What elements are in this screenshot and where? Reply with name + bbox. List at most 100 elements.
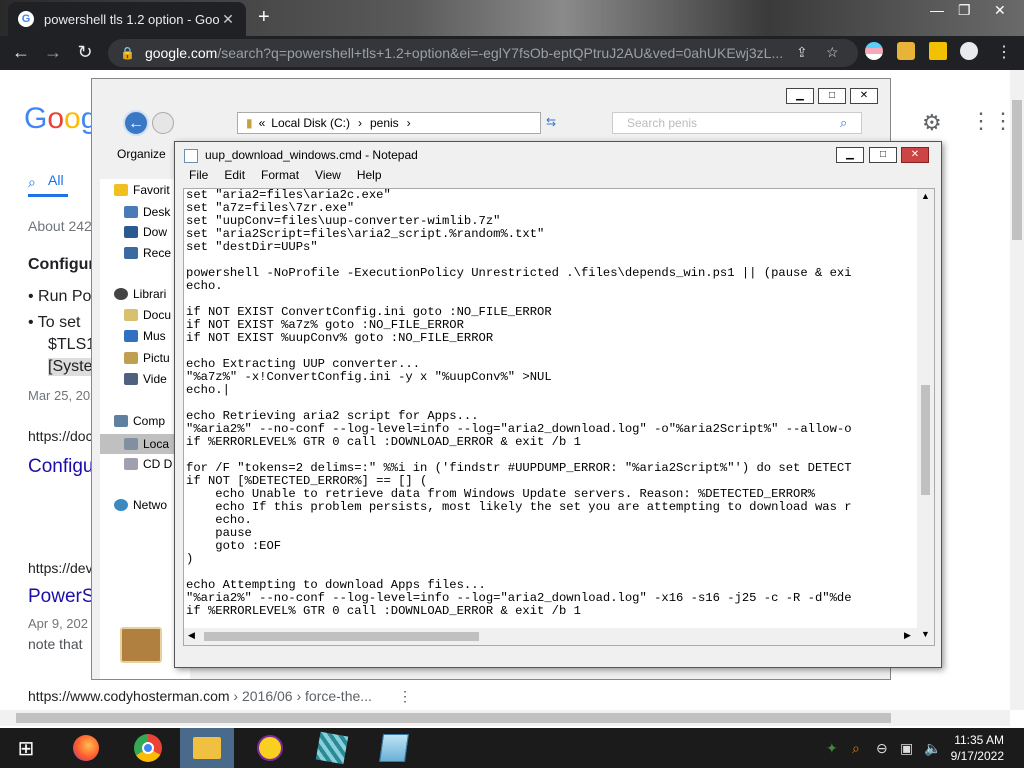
nav-documents[interactable]: Docu (124, 308, 171, 322)
maximize-button[interactable]: □ (869, 147, 897, 163)
google-logo[interactable]: Goog (24, 102, 97, 136)
refresh-icon[interactable]: ⇆ (546, 115, 556, 129)
share-icon[interactable]: ⇪ (796, 44, 808, 61)
new-tab-button[interactable]: + (258, 6, 270, 29)
forward-arrow-icon[interactable] (152, 112, 174, 134)
organize-menu[interactable]: Organize (117, 147, 166, 161)
scroll-right-icon[interactable]: ▶ (904, 630, 911, 641)
explorer-taskbar-button[interactable] (180, 728, 234, 768)
nav-desktop[interactable]: Desk (124, 205, 170, 219)
bookmark-star-icon[interactable]: ☆ (826, 44, 839, 61)
result-url[interactable]: https://dev (28, 560, 93, 576)
apps-grid-icon[interactable]: ⋮⋮ (970, 108, 1014, 134)
music-icon (124, 330, 138, 342)
nav-computer[interactable]: Comp (114, 414, 165, 428)
puzzle-icon[interactable] (897, 42, 915, 60)
notepad-line: goto :EOF (186, 539, 282, 553)
nav-libraries[interactable]: Librari (114, 287, 166, 301)
notepad-text-content[interactable]: set "aria2=files\aria2c.exe" set "a7z=fil… (186, 189, 916, 618)
close-window-button[interactable]: ✕ (994, 2, 1006, 19)
taskbar-clock[interactable]: 11:35 AM 9/17/2022 (951, 732, 1004, 764)
tab-all-underline (28, 194, 68, 197)
explorer-address-bar[interactable]: ▮ « Local Disk (C:) › penis › (237, 112, 541, 134)
nav-pictures[interactable]: Pictu (124, 351, 170, 365)
maximize-button[interactable]: □ (818, 88, 846, 104)
nav-favorites[interactable]: Favorit (114, 183, 170, 197)
result-url[interactable]: https://doc (28, 428, 93, 444)
result-url[interactable]: https://www.codyhosterman.com › 2016/06 … (28, 688, 372, 704)
firefox-taskbar-button[interactable] (60, 728, 112, 768)
search-tray-icon[interactable]: ⌕ (852, 740, 860, 757)
nav-cd-drive[interactable]: CD D (124, 457, 172, 471)
notepad-editor[interactable]: set "aria2=files\aria2c.exe" set "a7z=fil… (183, 188, 935, 646)
start-button[interactable]: ⊞ (0, 728, 52, 768)
close-button[interactable]: ✕ (850, 88, 878, 104)
page-horizontal-scrollbar[interactable] (0, 710, 1010, 726)
desktop-icon (124, 206, 138, 218)
notepad-taskbar-button[interactable] (368, 728, 420, 768)
cmd-file-icon (120, 627, 162, 663)
editor-vertical-scrollbar[interactable]: ▲ ▼ (917, 189, 934, 645)
close-tab-icon[interactable]: ✕ (220, 11, 236, 28)
minimize-window-button[interactable]: — (930, 2, 944, 18)
settings-gear-icon[interactable]: ⚙ (922, 110, 942, 136)
nav-music[interactable]: Mus (124, 329, 166, 343)
menu-help[interactable]: Help (349, 168, 390, 186)
videos-icon (124, 373, 138, 385)
scroll-thumb[interactable] (921, 385, 930, 495)
reload-icon[interactable]: ↻ (70, 42, 100, 63)
menu-format[interactable]: Format (253, 168, 307, 186)
menu-file[interactable]: File (181, 168, 216, 186)
more-options-icon[interactable]: ⋮ (398, 688, 412, 705)
editor-horizontal-scrollbar[interactable]: ◀ ▶ (184, 628, 917, 645)
network-tray-icon[interactable]: ▣ (900, 740, 913, 757)
scroll-up-icon[interactable]: ▲ (921, 191, 930, 201)
nav-recent[interactable]: Rece (124, 246, 171, 260)
scroll-left-icon[interactable]: ◀ (188, 630, 195, 641)
browser-tab[interactable]: G powershell tls 1.2 option - Goog ✕ (8, 2, 246, 36)
result-link[interactable]: PowerS (28, 586, 95, 608)
notepad-window: uup_download_windows.cmd - Notepad ▁ □ ✕… (174, 141, 942, 668)
notepad-line: set "destDir=UUPs" (186, 240, 318, 254)
nav-videos[interactable]: Vide (124, 372, 167, 386)
lock-icon: 🔒 (120, 46, 135, 60)
address-bar[interactable]: 🔒 google.com /search?q=powershell+tls+1.… (108, 39, 858, 67)
menu-edit[interactable]: Edit (216, 168, 253, 186)
scroll-thumb[interactable] (204, 632, 479, 641)
tray-app-icon[interactable]: ✦ (826, 740, 838, 757)
notepad-line: if %ERRORLEVEL% GTR 0 call :DOWNLOAD_ERR… (186, 435, 581, 449)
snippet-bullet: • Run Po (28, 288, 92, 305)
forward-arrow-icon[interactable]: → (38, 42, 68, 63)
nav-network[interactable]: Netwo (114, 498, 167, 512)
back-arrow-icon[interactable]: ← (6, 42, 36, 63)
snippet-bullet: • To set (28, 314, 81, 331)
minimize-button[interactable]: ▁ (836, 147, 864, 163)
profile-avatar[interactable] (960, 42, 978, 60)
minimize-button[interactable]: ▁ (786, 88, 814, 104)
app-taskbar-button[interactable] (306, 728, 358, 768)
chrome-taskbar-button[interactable] (122, 728, 174, 768)
tab-all[interactable]: All (48, 172, 64, 188)
page-vertical-scrollbar[interactable] (1010, 70, 1024, 710)
yahoo-messenger-icon (257, 735, 283, 761)
breadcrumb-folder[interactable]: penis (370, 116, 399, 130)
messenger-taskbar-button[interactable] (244, 728, 296, 768)
restore-window-button[interactable]: ❐ (958, 2, 971, 19)
search-icon[interactable]: ⌕ (840, 115, 847, 131)
sidebar-icon[interactable] (929, 42, 947, 60)
back-arrow-icon[interactable]: ← (123, 110, 149, 136)
close-button[interactable]: ✕ (901, 147, 929, 163)
menu-view[interactable]: View (307, 168, 349, 186)
browser-menu-icon[interactable]: ⋮ (996, 42, 1012, 62)
nav-downloads[interactable]: Dow (124, 225, 167, 239)
extension-icon[interactable] (865, 42, 883, 60)
result-link[interactable]: Configu (28, 456, 94, 478)
minus-tray-icon[interactable]: ⊖ (876, 740, 888, 757)
explorer-search-input[interactable]: Search penis (612, 112, 862, 134)
scroll-thumb[interactable] (1012, 100, 1022, 240)
result-date: Apr 9, 202 (28, 616, 88, 631)
volume-icon[interactable]: 🔈 (924, 740, 941, 757)
breadcrumb-root[interactable]: Local Disk (C:) (271, 116, 350, 130)
scroll-thumb[interactable] (16, 713, 891, 723)
scroll-down-icon[interactable]: ▼ (921, 629, 930, 639)
